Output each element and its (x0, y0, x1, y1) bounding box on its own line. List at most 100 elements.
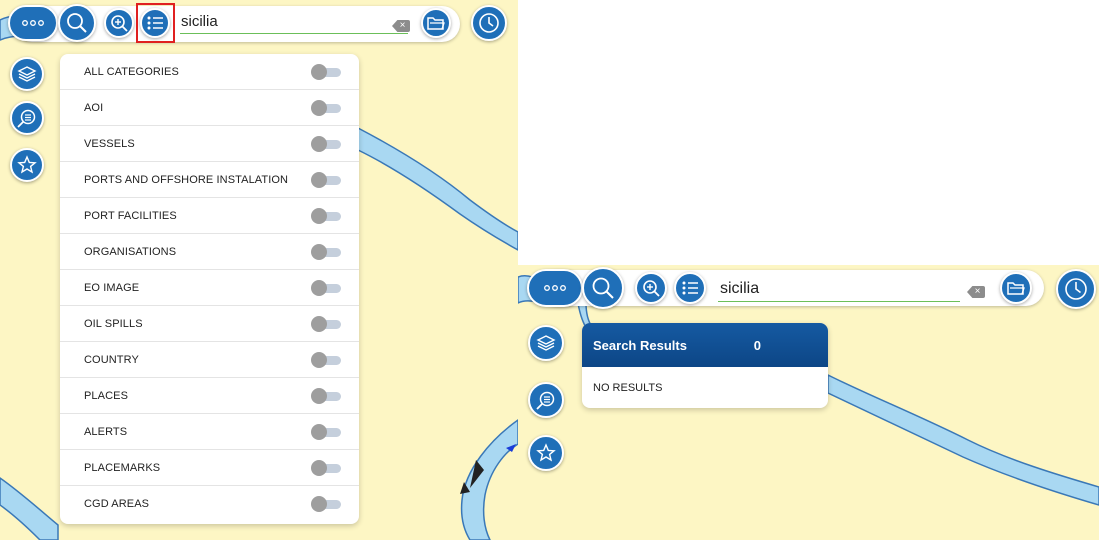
zoom-in-button[interactable] (104, 8, 134, 38)
map-water (0, 477, 59, 540)
category-toggle[interactable] (311, 207, 343, 224)
search-icon (67, 13, 87, 33)
star-icon (17, 155, 37, 174)
category-toggle[interactable] (311, 63, 343, 80)
categories-button-highlight (136, 3, 175, 43)
layers-icon (536, 335, 556, 351)
category-label: ALL CATEGORIES (84, 65, 179, 78)
map-water (357, 126, 518, 251)
toggle-knob (311, 496, 327, 512)
category-label: CGD AREAS (84, 498, 150, 510)
category-row[interactable]: ALL CATEGORIES (60, 54, 359, 90)
search-results-panel: Search Results 0 NO RESULTS (582, 323, 828, 408)
toggle-knob (311, 423, 327, 440)
search-zoom-icon (17, 109, 36, 128)
category-label: EO IMAGE (84, 281, 140, 294)
category-label: OIL SPILLS (84, 317, 143, 330)
more-dots-icon (22, 20, 44, 26)
category-toggle[interactable] (311, 351, 343, 368)
category-toggle[interactable] (311, 243, 343, 260)
category-toggle[interactable] (311, 459, 343, 476)
category-toggle[interactable] (311, 387, 343, 404)
favorites-button[interactable] (10, 148, 44, 182)
category-label: COUNTRY (84, 353, 139, 366)
map-water (460, 419, 518, 540)
category-label: VESSELS (84, 137, 135, 150)
search-input[interactable] (179, 8, 379, 34)
category-label: PLACES (84, 389, 129, 402)
category-row[interactable]: EO IMAGE (60, 270, 359, 306)
no-results-message: NO RESULTS (593, 382, 663, 394)
layers-button[interactable] (10, 57, 44, 91)
category-toggle[interactable] (311, 423, 343, 440)
category-toggle[interactable] (311, 279, 343, 296)
search-input[interactable] (718, 276, 918, 302)
search-icon (592, 277, 614, 299)
more-dots-icon (544, 285, 566, 291)
toggle-knob (311, 387, 327, 404)
clock-icon (1065, 278, 1087, 300)
zoom-in-icon (643, 280, 660, 297)
category-row[interactable]: PORTS AND OFFSHORE INSTALATION (60, 162, 359, 198)
layers-button[interactable] (528, 325, 564, 361)
toggle-knob (311, 207, 327, 224)
open-folder-button[interactable] (1000, 272, 1032, 304)
layers-icon (17, 66, 37, 82)
category-toggle[interactable] (311, 171, 343, 188)
history-button[interactable] (1056, 269, 1096, 309)
favorites-button[interactable] (528, 435, 564, 471)
clock-icon (479, 13, 499, 33)
search-zoom-button[interactable] (528, 382, 564, 418)
toggle-knob (311, 351, 327, 368)
category-label: ALERTS (84, 425, 128, 438)
toggle-knob (311, 135, 327, 152)
search-button[interactable] (582, 267, 624, 309)
category-label: PLACEMARKS (84, 461, 161, 474)
menu-button[interactable] (8, 5, 58, 41)
category-row[interactable]: PORT FACILITIES (60, 198, 359, 234)
zoom-in-icon (111, 15, 128, 32)
search-results-header: Search Results 0 (582, 323, 828, 367)
zoom-in-button[interactable] (635, 272, 667, 304)
category-row[interactable]: AOI (60, 90, 359, 126)
list-icon (682, 281, 698, 295)
categories-dropdown: ALL CATEGORIES AOI VESSELS PORTS AND OFFSHO… (60, 54, 359, 524)
category-row[interactable]: PLACEMARKS (60, 450, 359, 486)
search-zoom-button[interactable] (10, 101, 44, 135)
category-label: PORT FACILITIES (84, 209, 177, 222)
menu-button[interactable] (527, 269, 583, 307)
search-results-count: 0 (753, 337, 761, 353)
category-label: AOI (84, 101, 104, 114)
category-toggle[interactable] (311, 496, 343, 512)
category-toggle[interactable] (311, 99, 343, 116)
map-view-categories[interactable]: × ALL CATEGORIES AOI (0, 0, 518, 540)
category-label: PORTS AND OFFSHORE INSTALATION (84, 173, 289, 186)
toggle-knob (311, 99, 327, 116)
category-row[interactable]: OIL SPILLS (60, 306, 359, 342)
search-input-underline (180, 33, 408, 34)
category-row[interactable]: CGD AREAS (60, 486, 359, 522)
category-row[interactable]: COUNTRY (60, 342, 359, 378)
backspace-clear-icon: × (399, 20, 406, 31)
category-label: ORGANISATIONS (84, 245, 177, 258)
toggle-knob (311, 243, 327, 260)
category-row[interactable]: VESSELS (60, 126, 359, 162)
category-row[interactable]: ALERTS (60, 414, 359, 450)
open-folder-button[interactable] (421, 8, 451, 38)
category-toggle[interactable] (311, 315, 343, 332)
folder-open-icon (427, 17, 445, 30)
category-toggle[interactable] (311, 135, 343, 152)
search-results-title: Search Results (593, 337, 687, 353)
folder-open-icon (1007, 282, 1025, 295)
category-row[interactable]: PLACES (60, 378, 359, 414)
toggle-knob (311, 279, 327, 296)
map-view-results[interactable]: × Searc (518, 265, 1099, 540)
backspace-clear-icon: × (974, 286, 981, 297)
search-button[interactable] (58, 4, 96, 42)
map-water (827, 373, 1099, 506)
star-icon (536, 443, 556, 462)
categories-button[interactable] (674, 272, 706, 304)
search-input-underline (718, 301, 960, 302)
history-button[interactable] (471, 5, 507, 41)
category-row[interactable]: ORGANISATIONS (60, 234, 359, 270)
